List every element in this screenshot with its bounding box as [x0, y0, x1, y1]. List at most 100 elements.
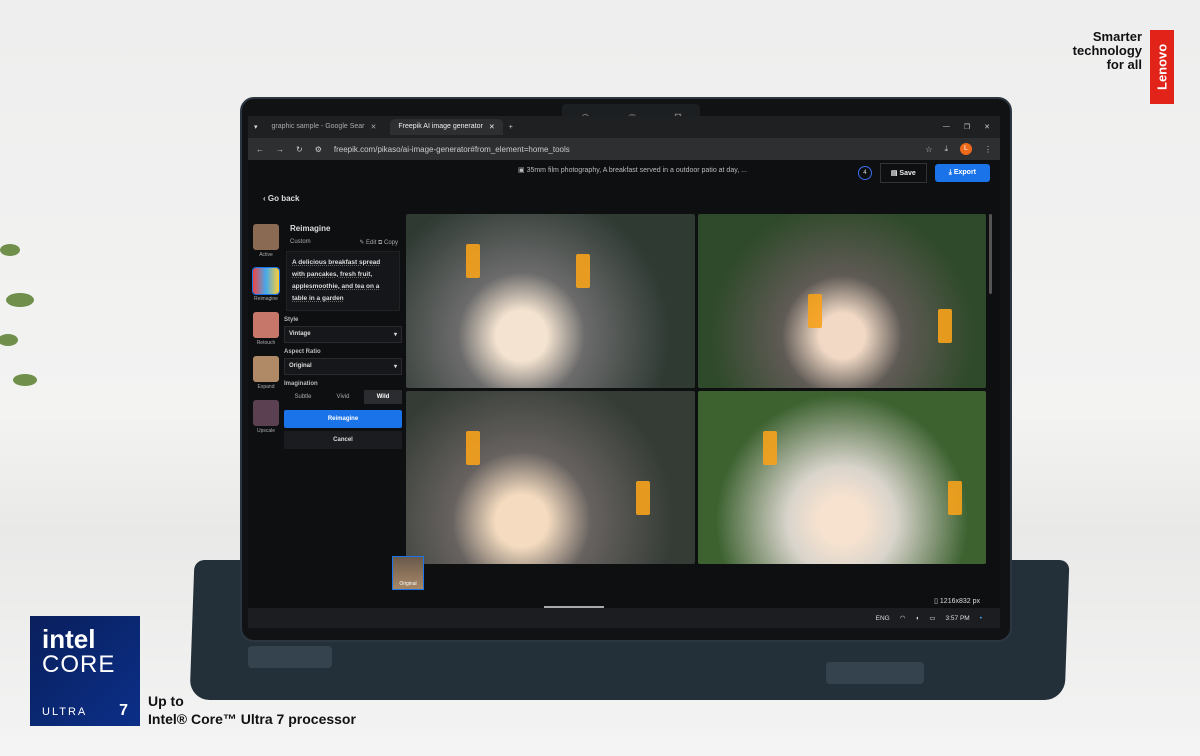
volume-icon[interactable]: ◖ [915, 615, 919, 622]
save-label: Save [899, 170, 916, 177]
go-back-label: Go back [267, 194, 300, 203]
generated-image[interactable] [697, 390, 986, 564]
tool-label: Expand [257, 384, 275, 390]
aspect-value: Original [289, 363, 312, 369]
edit-button[interactable]: ✎ Edit [359, 240, 376, 246]
forward-icon[interactable]: → [276, 145, 284, 154]
option-wild[interactable]: Wild [364, 390, 402, 404]
style-value: Vintage [289, 331, 311, 337]
imagination-toggle: Subtle Vivid Wild [284, 390, 402, 404]
minimize-icon[interactable]: — [943, 123, 950, 131]
menu-icon[interactable]: ⋮ [984, 145, 992, 154]
profile-avatar[interactable]: L [960, 143, 972, 155]
tool-active[interactable]: Active [248, 224, 284, 258]
tool-sidebar: Active Reimagine Retouch Expand Upscale [248, 224, 284, 444]
caption-line: Up to [148, 693, 184, 709]
tagline-line: for all [1106, 57, 1142, 72]
reload-icon[interactable]: ↻ [296, 145, 303, 154]
chevron-down-icon: ▾ [393, 332, 397, 338]
cancel-button[interactable]: Cancel [284, 431, 402, 449]
hinge [248, 646, 332, 668]
tab-bar: ▾ graphic sample - Google Sear ✕ Freepik … [248, 116, 1000, 138]
notification-dot-icon[interactable]: • [980, 615, 982, 622]
generated-image[interactable] [406, 214, 695, 388]
tab-google[interactable]: graphic sample - Google Sear ✕ [264, 119, 385, 135]
tool-reimagine[interactable]: Reimagine [248, 267, 284, 302]
aspect-label: Aspect Ratio [284, 349, 321, 355]
option-subtle[interactable]: Subtle [284, 390, 322, 404]
intel-core-badge: intel CORE ULTRA 7 [30, 616, 140, 726]
clock[interactable]: 3:57 PM [946, 615, 970, 622]
close-window-icon[interactable]: ✕ [984, 123, 990, 131]
original-thumbnail[interactable]: Original [392, 556, 424, 590]
download-icon[interactable]: ⤓ [944, 144, 948, 154]
close-icon[interactable]: ✕ [371, 123, 377, 131]
reimagine-button[interactable]: Reimagine [284, 410, 402, 428]
tab-search-icon[interactable]: ▾ [254, 123, 258, 131]
tab-label: Freepik AI image generator [398, 123, 483, 130]
export-label: Export [953, 169, 976, 176]
star-icon[interactable]: ☆ [925, 145, 932, 154]
image-grid [406, 214, 986, 564]
hinge [826, 662, 924, 684]
export-button[interactable]: ⤓ Export [934, 164, 990, 182]
edit-label: Edit [366, 240, 377, 246]
intel-word: intel [42, 624, 96, 654]
reimagine-panel: Reimagine Custom ✎ Edit ⧉ Copy A deliciou… [284, 224, 402, 449]
screen: ▾ graphic sample - Google Sear ✕ Freepik … [248, 116, 1000, 628]
count-badge[interactable]: 4 [857, 166, 872, 180]
url-input[interactable]: freepik.com/pikaso/ai-image-generator#fr… [334, 145, 913, 154]
tab-freepik[interactable]: Freepik AI image generator ✕ [390, 119, 503, 135]
tool-label: Reimagine [254, 296, 278, 302]
custom-label: Custom [290, 239, 311, 245]
close-icon[interactable]: ✕ [489, 123, 495, 131]
taskbar: ENG ◠ ◖ ▭ 3:57 PM • [248, 608, 1000, 628]
tool-label: Active [259, 252, 273, 258]
scrollbar[interactable] [989, 214, 992, 294]
thumb-label: Original [399, 581, 417, 587]
prompt-textarea[interactable]: A delicious breakfast spread with pancak… [286, 251, 400, 311]
aspect-select[interactable]: Original ▾ [284, 358, 402, 375]
wifi-icon[interactable]: ◠ [900, 614, 906, 622]
site-settings-icon[interactable]: ⚙ [315, 145, 322, 154]
style-label: Style [284, 317, 299, 323]
app-header: ▣ 35mm film photography, A breakfast ser… [248, 160, 1000, 186]
intel-number: 7 [119, 702, 128, 719]
prompt-text: 35mm film photography, A breakfast serve… [526, 167, 747, 174]
go-back-link[interactable]: ‹ Go back [263, 194, 299, 203]
save-button[interactable]: ▤ Save [879, 163, 927, 183]
tab-label: graphic sample - Google Sear [271, 123, 365, 130]
processor-caption: Up to Intel® Core™ Ultra 7 processor [148, 692, 356, 728]
battery-icon[interactable]: ▭ [929, 614, 935, 622]
prompt-preview: ▣ 35mm film photography, A breakfast ser… [518, 167, 747, 174]
intel-core: CORE [42, 651, 116, 678]
option-vivid[interactable]: Vivid [324, 390, 362, 404]
imagination-label: Imagination [284, 381, 318, 387]
copy-label: Copy [383, 240, 398, 246]
language-indicator[interactable]: ENG [876, 615, 890, 622]
generated-image[interactable] [406, 390, 695, 564]
caption-line: Intel® Core™ Ultra 7 processor [148, 711, 356, 727]
maximize-icon[interactable]: ❐ [964, 123, 970, 131]
tool-label: Retouch [256, 340, 276, 346]
copy-button[interactable]: ⧉ Copy [378, 240, 398, 246]
chevron-down-icon: ▾ [393, 364, 397, 370]
lenovo-logo: Lenovo [1150, 30, 1174, 104]
image-dimensions: ▯ 1216x832 px [934, 598, 980, 605]
lenovo-brand: Smarter technology for all Lenovo [1073, 30, 1174, 104]
intel-ultra: ULTRA [42, 706, 88, 718]
style-select[interactable]: Vintage ▾ [284, 326, 402, 343]
dimensions-text: 1216x832 px [939, 598, 980, 605]
tool-retouch[interactable]: Retouch [248, 312, 284, 346]
generated-image[interactable] [697, 214, 986, 388]
tool-upscale[interactable]: Upscale [248, 400, 284, 434]
plant-decoration [0, 244, 37, 386]
panel-title: Reimagine [290, 224, 331, 233]
address-bar: ← → ↻ ⚙ freepik.com/pikaso/ai-image-generat… [248, 138, 1000, 160]
back-icon[interactable]: ← [256, 145, 264, 154]
tool-expand[interactable]: Expand [248, 356, 284, 390]
tool-label: Upscale [256, 428, 276, 434]
tagline-line: Smarter [1092, 29, 1142, 44]
tagline-line: technology [1072, 43, 1142, 58]
new-tab-button[interactable]: + [509, 124, 513, 131]
